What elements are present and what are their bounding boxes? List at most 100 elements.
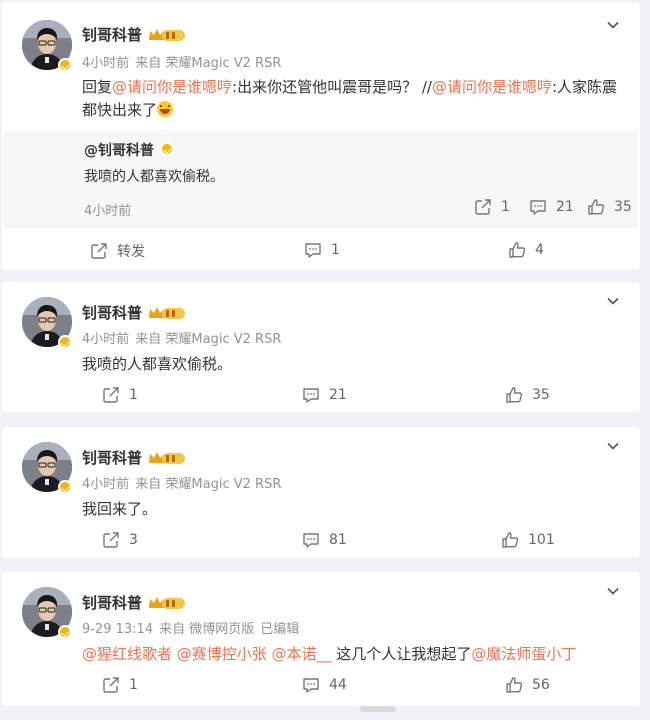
like-icon xyxy=(501,531,519,549)
comment-count: 21 xyxy=(556,199,574,215)
chevron-down-icon[interactable] xyxy=(606,18,620,32)
post-source: 来自 荣耀Magic V2 RSR xyxy=(135,332,282,347)
repost-button[interactable]: 1 xyxy=(102,676,138,694)
like-icon xyxy=(505,386,523,404)
post-source: 来自 荣耀Magic V2 RSR xyxy=(135,477,282,492)
verified-icon xyxy=(58,480,72,494)
text-segment: :人家陈震 xyxy=(551,78,618,96)
like-icon xyxy=(587,198,605,216)
text-segment: :出来你还管他叫震哥是吗？ // xyxy=(232,78,432,96)
repost-count: 1 xyxy=(129,677,138,693)
quoted-like-button[interactable]: 35 xyxy=(587,198,632,216)
comment-count: 1 xyxy=(331,242,340,258)
repost-button[interactable]: 转发 xyxy=(90,241,145,261)
mention-link[interactable]: @请问你是谁嗯哼 xyxy=(432,78,552,96)
post-source: 来自 微博网页版 xyxy=(159,622,255,637)
repost-count: 3 xyxy=(129,532,138,548)
quoted-post[interactable]: @钊哥科普 我喷的人都喜欢偷税。 4小时前 1 21 35 xyxy=(4,130,638,228)
comment-count: 44 xyxy=(329,677,347,693)
repost-icon xyxy=(474,198,492,216)
quoted-comment-button[interactable]: 21 xyxy=(529,198,574,216)
like-count: 35 xyxy=(532,387,550,403)
chevron-down-icon[interactable] xyxy=(606,294,620,308)
author-name[interactable]: 钊哥科普 xyxy=(82,302,142,323)
verified-icon xyxy=(58,335,72,349)
chevron-down-icon[interactable] xyxy=(606,439,620,453)
comment-button[interactable]: 81 xyxy=(302,531,347,549)
comment-icon xyxy=(302,676,320,694)
post-meta: 9-29 13:14 来自 微博网页版 已编辑 xyxy=(82,618,305,637)
repost-icon xyxy=(102,386,120,404)
post-card: 钊哥科普 4小时前 来自 荣耀Magic V2 RSR 我回来了。 3 81 10… xyxy=(2,427,640,558)
post-card: 钊哥科普 4小时前 来自 荣耀Magic V2 RSR 回复@请问你是谁嗯哼:出来… xyxy=(2,2,640,270)
like-icon xyxy=(505,676,523,694)
post-meta: 4小时前 来自 荣耀Magic V2 RSR xyxy=(82,328,287,347)
post-card: 钊哥科普 4小时前 来自 荣耀Magic V2 RSR 我喷的人都喜欢偷税。 1 … xyxy=(2,282,640,412)
post-time[interactable]: 4小时前 xyxy=(82,477,129,492)
comment-button[interactable]: 21 xyxy=(302,386,347,404)
like-count: 56 xyxy=(532,677,550,693)
text-segment: 都快出来了 xyxy=(82,101,158,119)
quoted-author[interactable]: @钊哥科普 xyxy=(84,140,154,160)
post-text: 回复@请问你是谁嗯哼:出来你还管他叫震哥是吗？ //@请问你是谁嗯哼:人家陈震 … xyxy=(82,76,620,122)
mention-link[interactable]: @赛博控小张 xyxy=(177,645,267,663)
verified-icon xyxy=(58,58,72,72)
like-count: 4 xyxy=(535,242,544,258)
author-name[interactable]: 钊哥科普 xyxy=(82,447,142,468)
repost-label: 转发 xyxy=(117,244,145,260)
like-button[interactable]: 4 xyxy=(508,241,544,259)
quoted-time[interactable]: 4小时前 xyxy=(84,200,131,219)
post-text: 我喷的人都喜欢偷税。 xyxy=(82,355,233,373)
repost-icon xyxy=(102,531,120,549)
comment-icon xyxy=(302,386,320,404)
mention-link[interactable]: @猩红线歌者 xyxy=(82,645,172,663)
repost-count: 1 xyxy=(129,387,138,403)
edited-label: 已编辑 xyxy=(260,622,300,637)
laughing-emoji-icon xyxy=(157,101,174,117)
post-text: 我回来了。 xyxy=(82,500,158,518)
repost-button[interactable]: 3 xyxy=(102,531,138,549)
verified-icon xyxy=(160,142,174,156)
chevron-down-icon[interactable] xyxy=(606,584,620,598)
comment-icon xyxy=(529,198,547,216)
quoted-repost-button[interactable]: 1 xyxy=(474,198,510,216)
crown-badge-icon[interactable] xyxy=(148,27,186,43)
post-source: 来自 荣耀Magic V2 RSR xyxy=(135,56,282,71)
like-icon xyxy=(508,241,526,259)
post-text: @猩红线歌者 @赛博控小张 @本诺__ 这几个人让我想起了@魔法师蛋小丁 xyxy=(82,643,620,666)
like-button[interactable]: 101 xyxy=(501,531,555,549)
blurred-watermark xyxy=(360,706,396,712)
post-time[interactable]: 9-29 13:14 xyxy=(82,622,153,637)
author-name[interactable]: 钊哥科普 xyxy=(82,592,142,613)
post-time[interactable]: 4小时前 xyxy=(82,332,129,347)
repost-count: 1 xyxy=(501,199,510,215)
comment-button[interactable]: 44 xyxy=(302,676,347,694)
quoted-text: 我喷的人都喜欢偷税。 xyxy=(84,169,224,185)
crown-badge-icon[interactable] xyxy=(148,305,186,321)
repost-button[interactable]: 1 xyxy=(102,386,138,404)
verified-icon xyxy=(58,625,72,639)
repost-icon xyxy=(90,242,108,260)
repost-icon xyxy=(102,676,120,694)
like-button[interactable]: 35 xyxy=(505,386,550,404)
author-name[interactable]: 钊哥科普 xyxy=(82,24,142,45)
mention-link[interactable]: @魔法师蛋小丁 xyxy=(471,645,576,663)
like-count: 101 xyxy=(528,532,555,548)
comment-button[interactable]: 1 xyxy=(304,241,340,259)
mention-link[interactable]: @请问你是谁嗯哼 xyxy=(112,78,232,96)
post-time[interactable]: 4小时前 xyxy=(82,56,129,71)
post-meta: 4小时前 来自 荣耀Magic V2 RSR xyxy=(82,473,287,492)
like-button[interactable]: 56 xyxy=(505,676,550,694)
post-card: 钊哥科普 9-29 13:14 来自 微博网页版 已编辑 @猩红线歌者 @赛博控小张… xyxy=(2,572,640,706)
comment-count: 81 xyxy=(329,532,347,548)
comment-count: 21 xyxy=(329,387,347,403)
mention-link[interactable]: @本诺__ xyxy=(272,645,332,663)
like-count: 35 xyxy=(614,199,632,215)
comment-icon xyxy=(304,241,322,259)
comment-icon xyxy=(302,531,320,549)
post-meta: 4小时前 来自 荣耀Magic V2 RSR xyxy=(82,52,287,71)
crown-badge-icon[interactable] xyxy=(148,450,186,466)
reply-prefix: 回复 xyxy=(82,78,113,96)
crown-badge-icon[interactable] xyxy=(148,595,186,611)
text-segment: 这几个人让我想起了 xyxy=(331,645,472,663)
